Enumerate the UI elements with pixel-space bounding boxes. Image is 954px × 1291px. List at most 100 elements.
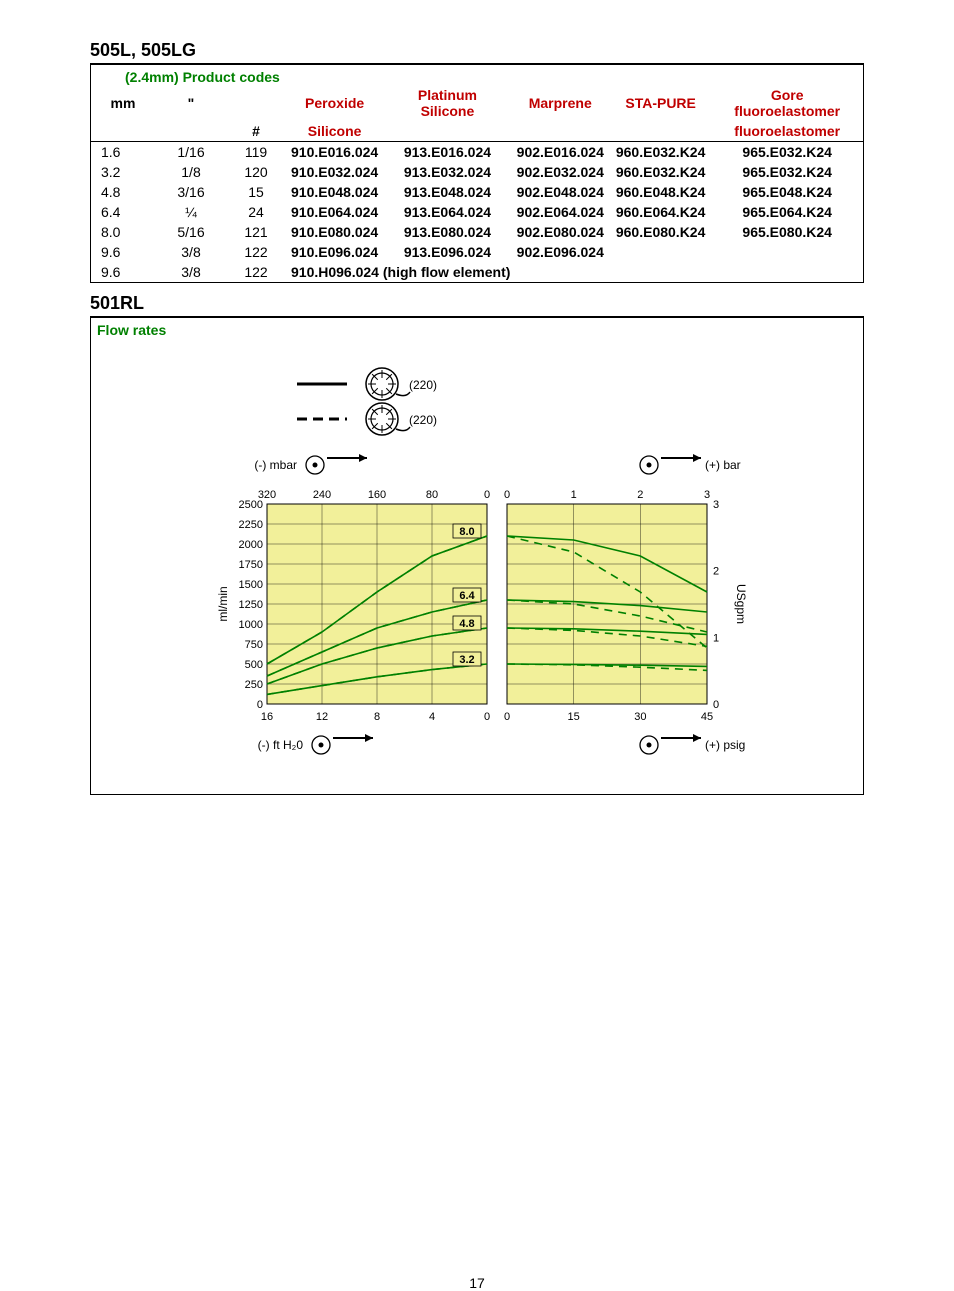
col-gore: Gore fluoroelastomer (711, 85, 863, 121)
cell: 910.H096.024 (high flow element) (285, 262, 863, 282)
svg-text:2000: 2000 (239, 539, 263, 551)
cell: 960.E048.K24 (610, 182, 712, 202)
svg-text:3: 3 (713, 499, 719, 511)
cell: 5/16 (155, 222, 227, 242)
cell: ¼ (155, 202, 227, 222)
svg-text:4: 4 (429, 711, 435, 723)
cell: 965.E080.K24 (711, 222, 863, 242)
section-title-505l: 505L, 505LG (90, 40, 864, 61)
svg-text:0: 0 (713, 699, 719, 711)
svg-text:6.4: 6.4 (459, 590, 475, 602)
svg-text:(220): (220) (409, 413, 437, 427)
col-gore-sub: fluoroelastomer (711, 121, 863, 142)
cell: 910.E080.024 (285, 222, 384, 242)
cell: 3/16 (155, 182, 227, 202)
cell: 902.E048.024 (511, 182, 610, 202)
flow-title: Flow rates (91, 318, 863, 338)
cell: 913.E032.024 (384, 162, 510, 182)
cell: 121 (227, 222, 285, 242)
svg-text:3.2: 3.2 (459, 654, 474, 666)
flow-rates-chart: (220)(220)(-) mbar(+) bar025050075010001… (207, 344, 747, 774)
svg-text:USgpm: USgpm (734, 584, 747, 624)
cell: 9.6 (91, 262, 155, 282)
cell: 910.E048.024 (285, 182, 384, 202)
col-marprene: Marprene (511, 85, 610, 121)
cell: 122 (227, 242, 285, 262)
flow-rates-panel: Flow rates (220) (220) (-) mbar (+) bar 0 2 50… (90, 317, 864, 795)
svg-text:15: 15 (568, 711, 580, 723)
svg-text:0: 0 (504, 489, 510, 501)
svg-text:1000: 1000 (239, 619, 263, 631)
svg-text:500: 500 (245, 659, 263, 671)
col-hash-symbol: # (227, 121, 285, 142)
svg-text:2: 2 (713, 566, 719, 578)
cell: 913.E048.024 (384, 182, 510, 202)
svg-text:30: 30 (634, 711, 646, 723)
cell: 3/8 (155, 262, 227, 282)
cell: 965.E032.K24 (711, 162, 863, 182)
table-row: 3.21/8120910.E032.024913.E032.024902.E03… (91, 162, 863, 182)
cell: 910.E016.024 (285, 142, 384, 163)
cell: 910.E032.024 (285, 162, 384, 182)
table-caption: (2.4mm) Product codes (91, 65, 863, 85)
cell (610, 242, 712, 262)
svg-text:(-) ft H₂0: (-) ft H₂0 (258, 738, 304, 752)
svg-text:2: 2 (637, 489, 643, 501)
cell: 120 (227, 162, 285, 182)
svg-text:8: 8 (374, 711, 380, 723)
cell: 913.E064.024 (384, 202, 510, 222)
cell: 9.6 (91, 242, 155, 262)
svg-text:3: 3 (704, 489, 710, 501)
svg-text:(+) psig: (+) psig (705, 738, 745, 752)
svg-text:0: 0 (484, 711, 490, 723)
cell: 3/8 (155, 242, 227, 262)
cell: 3.2 (91, 162, 155, 182)
svg-text:240: 240 (313, 489, 331, 501)
col-peroxide: Peroxide (285, 85, 384, 121)
table-row: 4.83/1615910.E048.024913.E048.024902.E04… (91, 182, 863, 202)
svg-text:(+) bar: (+) bar (705, 458, 741, 472)
svg-text:12: 12 (316, 711, 328, 723)
table-row: 9.63/8122910.E096.024913.E096.024902.E09… (91, 242, 863, 262)
cell: 15 (227, 182, 285, 202)
cell: 902.E032.024 (511, 162, 610, 182)
col-stapure: STA-PURE (610, 85, 712, 121)
col-inch: " (155, 85, 227, 121)
svg-text:2250: 2250 (239, 519, 263, 531)
cell: 119 (227, 142, 285, 163)
table-row: 6.4¼24910.E064.024913.E064.024902.E064.0… (91, 202, 863, 222)
col-mm: mm (91, 85, 155, 121)
cell: 965.E064.K24 (711, 202, 863, 222)
cell: 1/8 (155, 162, 227, 182)
cell: 24 (227, 202, 285, 222)
svg-text:0: 0 (257, 699, 263, 711)
svg-text:8.0: 8.0 (459, 526, 474, 538)
svg-text:16: 16 (261, 711, 273, 723)
cell: 913.E016.024 (384, 142, 510, 163)
cell: 122 (227, 262, 285, 282)
cell: 913.E080.024 (384, 222, 510, 242)
cell: 965.E048.K24 (711, 182, 863, 202)
cell: 4.8 (91, 182, 155, 202)
svg-text:45: 45 (701, 711, 713, 723)
svg-text:320: 320 (258, 489, 276, 501)
svg-text:ml/min: ml/min (216, 586, 230, 621)
cell: 1/16 (155, 142, 227, 163)
table-row: 1.61/16119910.E016.024913.E016.024902.E0… (91, 142, 863, 163)
col-peroxide-sub: Silicone (285, 121, 384, 142)
page-number: 17 (90, 1275, 864, 1291)
cell: 913.E096.024 (384, 242, 510, 262)
cell: 8.0 (91, 222, 155, 242)
cell: 1.6 (91, 142, 155, 163)
cell: 902.E096.024 (511, 242, 610, 262)
cell: 960.E064.K24 (610, 202, 712, 222)
svg-text:(-) mbar: (-) mbar (254, 458, 297, 472)
table-row: 9.63/8122910.H096.024 (high flow element… (91, 262, 863, 282)
product-codes-table: (2.4mm) Product codes mm " Peroxide Plat… (90, 64, 864, 283)
svg-text:(220): (220) (409, 378, 437, 392)
section-title-501rl: 501RL (90, 293, 864, 314)
svg-text:1: 1 (713, 632, 719, 644)
cell: 960.E080.K24 (610, 222, 712, 242)
svg-text:80: 80 (426, 489, 438, 501)
svg-text:0: 0 (484, 489, 490, 501)
